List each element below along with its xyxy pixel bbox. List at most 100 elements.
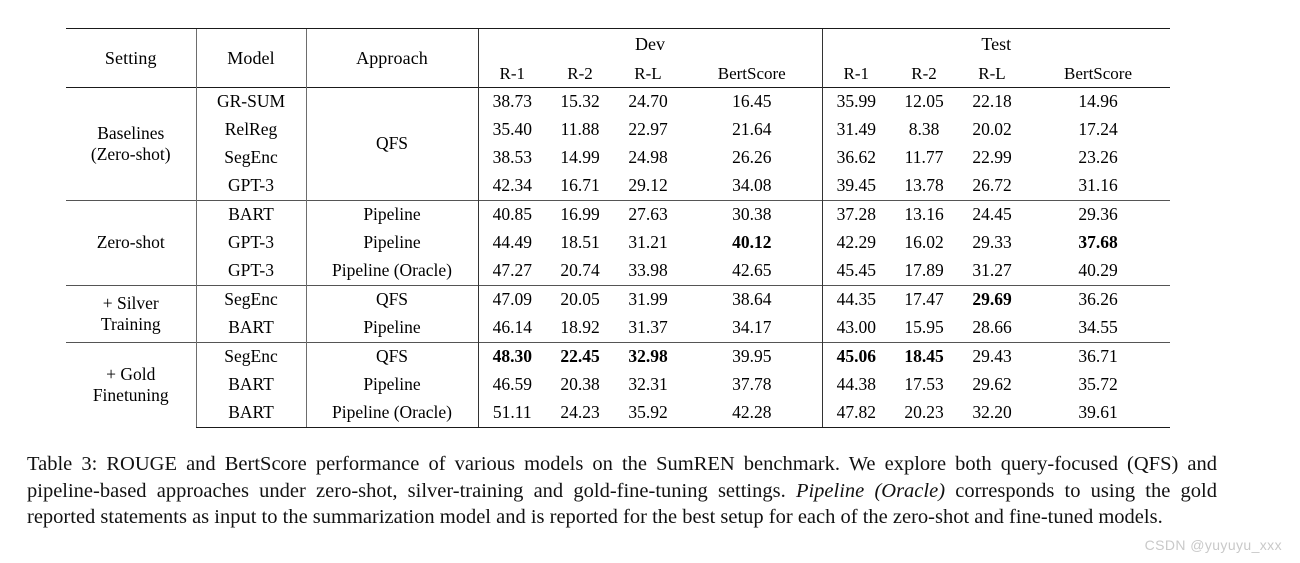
col-header-test-r2: R-2 (911, 63, 937, 83)
cell-test-rl: 29.43 (958, 342, 1026, 371)
cell-setting: + Gold Finetuning (66, 342, 196, 428)
cell-dev-r1: 47.09 (477, 285, 546, 314)
cell-dev-r2: 18.51 (560, 232, 600, 253)
cell-dev-r1: 42.34 (477, 172, 546, 201)
cell-test-r1: 44.38 (821, 371, 890, 399)
cell-dev-rl: 31.21 (628, 232, 668, 253)
cell-dev-rl: 32.31 (628, 374, 668, 395)
cell-dev-rl: 31.37 (628, 317, 668, 338)
cell-test-bertscore: 17.24 (1078, 119, 1118, 140)
col-header-test-bertscore: BertScore (1064, 63, 1133, 83)
cell-test-r1: 43.00 (821, 314, 890, 343)
cell-approach: Pipeline (Oracle) (305, 257, 478, 286)
cell-approach: QFS (305, 285, 478, 314)
cell-dev-r1: 44.49 (477, 229, 546, 257)
cell-test-rl: 32.20 (958, 399, 1026, 428)
cell-test-r2: 16.02 (904, 232, 944, 253)
cell-test-bertscore: 36.71 (1026, 342, 1171, 371)
cell-test-rl: 22.18 (958, 87, 1026, 116)
col-header-setting: Setting (66, 28, 196, 88)
cell-dev-r2: 16.99 (546, 200, 614, 229)
cell-model: BART (195, 399, 306, 428)
cell-dev-r1: 51.11 (477, 399, 546, 428)
table-row: BART Pipeline 46.14 18.92 31.37 34.17 43.00 15.… (66, 314, 1170, 343)
cell-dev-r1: 38.53 (477, 144, 546, 172)
header-row-groups: Setting Model Approach Dev Test (66, 28, 1171, 88)
col-header-dev-r1: R-1 (477, 59, 546, 88)
caption-italic-term: Pipeline (Oracle) (795, 479, 946, 502)
cell-model: GPT-3 (195, 229, 306, 257)
table-row: SegEnc 38.53 14.99 24.98 26.26 36.62 11.77 22.9… (66, 144, 1170, 172)
cell-test-r2: 8.38 (908, 119, 940, 140)
cell-test-bertscore: 39.61 (1026, 399, 1171, 428)
cell-test-r2: 12.05 (890, 87, 958, 116)
cell-test-bertscore: 35.72 (1078, 374, 1118, 395)
cell-dev-bertscore: 26.26 (732, 147, 772, 168)
cell-dev-r2: 18.92 (560, 317, 600, 338)
cell-dev-rl: 29.12 (628, 175, 668, 196)
cell-dev-r2: 20.38 (560, 374, 600, 395)
cell-dev-r2: 20.74 (560, 260, 600, 281)
cell-dev-r1: 35.40 (477, 116, 546, 144)
cell-dev-bertscore: 40.12 (732, 232, 772, 253)
table-row: GPT-3 Pipeline (Oracle) 47.27 20.74 33.98 42.… (66, 257, 1170, 286)
setting-line-2: Finetuning (92, 385, 169, 406)
table-row: Baselines (Zero-shot) GR-SUM QFS 38.73 15.32 2… (66, 87, 1171, 201)
caption-label: Table 3: (27, 453, 98, 475)
cell-dev-r1: 46.14 (477, 314, 546, 343)
table-row: GPT-3 42.34 16.71 29.12 34.08 39.45 13.78 26.72… (66, 172, 1170, 201)
cell-dev-r2: 11.88 (560, 119, 600, 140)
cell-test-r2: 13.16 (890, 200, 958, 229)
col-group-header-dev: Dev (477, 28, 822, 59)
cell-dev-rl: 33.98 (628, 260, 668, 281)
cell-test-r2: 18.45 (890, 342, 958, 371)
cell-dev-rl: 31.99 (614, 285, 682, 314)
cell-dev-bertscore: 30.38 (682, 200, 822, 229)
cell-dev-bertscore: 39.95 (682, 342, 822, 371)
setting-line-2: (Zero-shot) (90, 144, 171, 164)
cell-dev-r2: 16.71 (560, 175, 600, 196)
setting-line-1: + Gold (106, 363, 156, 384)
col-header-test-r1: R-1 (821, 59, 890, 88)
cell-test-bertscore: 37.68 (1078, 232, 1118, 253)
cell-model: GPT-3 (195, 257, 306, 286)
cell-test-rl: 29.69 (958, 285, 1026, 314)
cell-model: RelReg (195, 116, 306, 144)
cell-test-r1: 44.35 (821, 285, 890, 314)
cell-dev-rl: 27.63 (614, 200, 682, 229)
table-header: Setting Model Approach Dev Test R-1 R-2 … (66, 28, 1171, 88)
cell-test-rl: 29.33 (972, 232, 1012, 253)
col-header-dev-r2: R-2 (567, 63, 593, 83)
table-row: Zero-shot BART Pipeline 40.85 16.99 27.63 30.3… (66, 200, 1171, 286)
cell-test-r2: 13.78 (904, 175, 944, 196)
cell-test-r2: 17.47 (890, 285, 958, 314)
cell-approach: QFS (305, 342, 478, 371)
col-group-header-test: Test (821, 28, 1171, 59)
cell-test-r1: 35.99 (821, 87, 890, 116)
cell-test-r1: 42.29 (821, 229, 890, 257)
cell-dev-r2: 15.32 (546, 87, 614, 116)
col-header-approach: Approach (305, 28, 478, 88)
cell-approach: Pipeline (305, 314, 478, 343)
watermark: CSDN @yuyuyu_xxx (1144, 537, 1282, 553)
cell-test-rl: 22.99 (972, 147, 1012, 168)
cell-test-bertscore: 36.26 (1026, 285, 1171, 314)
table-row: + Gold Finetuning SegEnc QFS 48.30 22.45 32.98… (66, 342, 1171, 428)
table-caption: Table 3: ROUGE and BertScore performance… (27, 451, 1217, 531)
cell-model: BART (195, 200, 306, 229)
cell-dev-r1: 46.59 (477, 371, 546, 399)
cell-approach: Pipeline (305, 200, 478, 229)
setting-line-2: Training (100, 314, 161, 334)
col-header-dev-bertscore: BertScore (717, 63, 786, 83)
cell-dev-r1: 40.85 (477, 200, 546, 229)
cell-test-rl: 29.62 (972, 374, 1012, 395)
cell-test-bertscore: 23.26 (1078, 147, 1118, 168)
cell-model: GPT-3 (195, 172, 306, 201)
setting-line-1: + Silver (102, 292, 159, 313)
cell-dev-rl: 24.98 (628, 147, 668, 168)
cell-approach: Pipeline (Oracle) (305, 399, 478, 428)
cell-dev-bertscore: 42.65 (732, 260, 772, 281)
results-table: Setting Model Approach Dev Test R-1 R-2 … (66, 28, 1171, 428)
cell-dev-r2: 24.23 (546, 399, 614, 428)
cell-test-rl: 28.66 (972, 317, 1012, 338)
